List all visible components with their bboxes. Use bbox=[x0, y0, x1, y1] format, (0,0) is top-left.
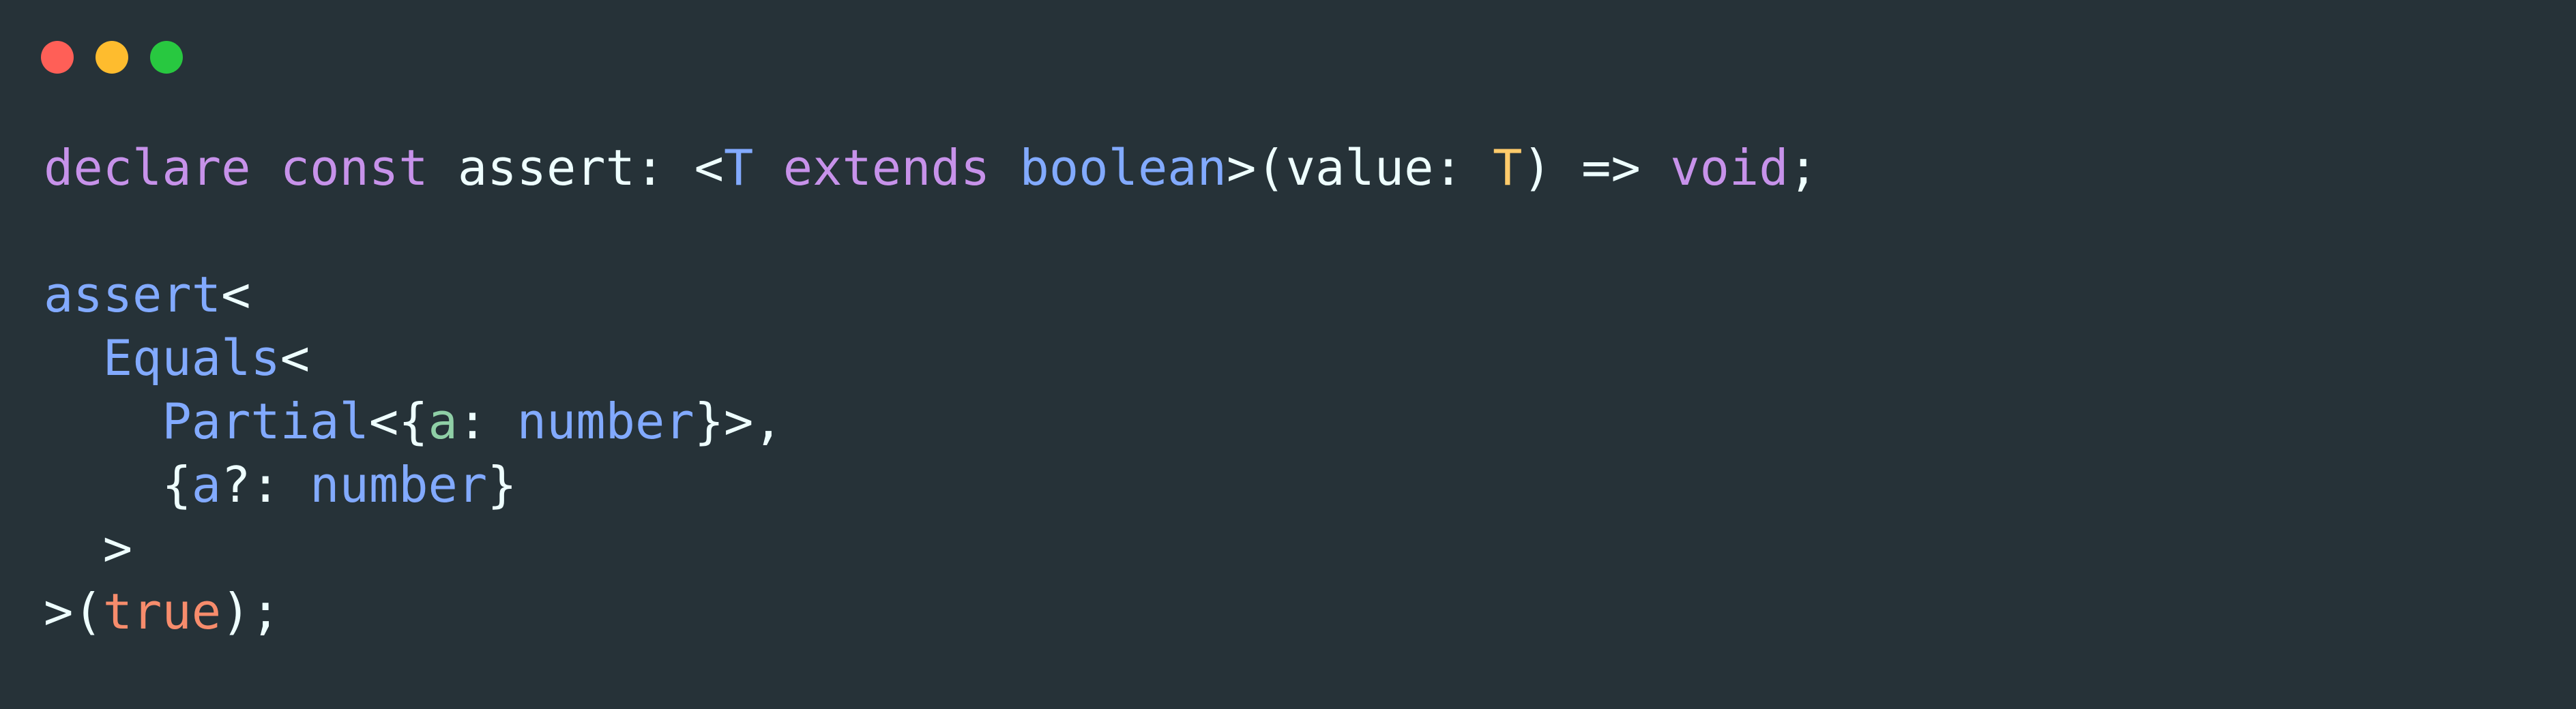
code-line: {a?: number} bbox=[44, 453, 1818, 517]
code-token-plain: ; bbox=[1788, 139, 1818, 196]
maximize-button[interactable] bbox=[150, 41, 183, 74]
code-line: declare const assert: <T extends boolean… bbox=[44, 136, 1818, 200]
code-block: declare const assert: <T extends boolean… bbox=[44, 136, 1818, 644]
code-token-type: number bbox=[310, 456, 488, 513]
code-token-plain: ) => bbox=[1522, 139, 1671, 196]
code-token-type: T bbox=[724, 139, 754, 196]
close-button[interactable] bbox=[41, 41, 74, 74]
code-token-plain: ); bbox=[221, 583, 280, 640]
code-token-keyword: declare bbox=[44, 139, 251, 196]
code-line: assert< bbox=[44, 263, 1818, 327]
code-token-plain: <{ bbox=[368, 393, 428, 450]
code-token-plain: >(value: bbox=[1226, 139, 1493, 196]
code-line: >(true); bbox=[44, 580, 1818, 644]
code-line: Partial<{a: number}>, bbox=[44, 390, 1818, 453]
code-token-plain: } bbox=[487, 456, 517, 513]
code-token-type: number bbox=[516, 393, 694, 450]
code-token-plain: : bbox=[457, 393, 517, 450]
code-token-keyword: const bbox=[280, 139, 428, 196]
code-token-plain: assert: < bbox=[428, 139, 724, 196]
window-controls bbox=[41, 41, 183, 74]
minimize-button[interactable] bbox=[96, 41, 128, 74]
code-token-plain: < bbox=[280, 329, 310, 387]
code-token-type: boolean bbox=[1019, 139, 1227, 196]
code-token-type: Equals bbox=[102, 329, 280, 387]
code-token-plain: ?: bbox=[221, 456, 310, 513]
code-token-type: Partial bbox=[162, 393, 369, 450]
code-token-literal: true bbox=[102, 583, 222, 640]
code-line: Equals< bbox=[44, 327, 1818, 390]
code-token-plain: >( bbox=[44, 583, 103, 640]
code-token-plain: < bbox=[221, 266, 251, 323]
code-line: > bbox=[44, 517, 1818, 580]
code-token-propertyGreen: a bbox=[428, 393, 458, 450]
code-token-property: a bbox=[191, 456, 222, 513]
code-token-plain: > bbox=[44, 519, 133, 577]
code-token-keyword: void bbox=[1670, 139, 1789, 196]
code-window: declare const assert: <T extends boolean… bbox=[0, 0, 2576, 709]
code-token-plain: }>, bbox=[694, 393, 783, 450]
code-token-typeParam: T bbox=[1493, 139, 1523, 196]
code-token-function: assert bbox=[44, 266, 222, 323]
code-token-plain: { bbox=[44, 456, 192, 513]
code-token-keyword: extends bbox=[782, 139, 991, 196]
